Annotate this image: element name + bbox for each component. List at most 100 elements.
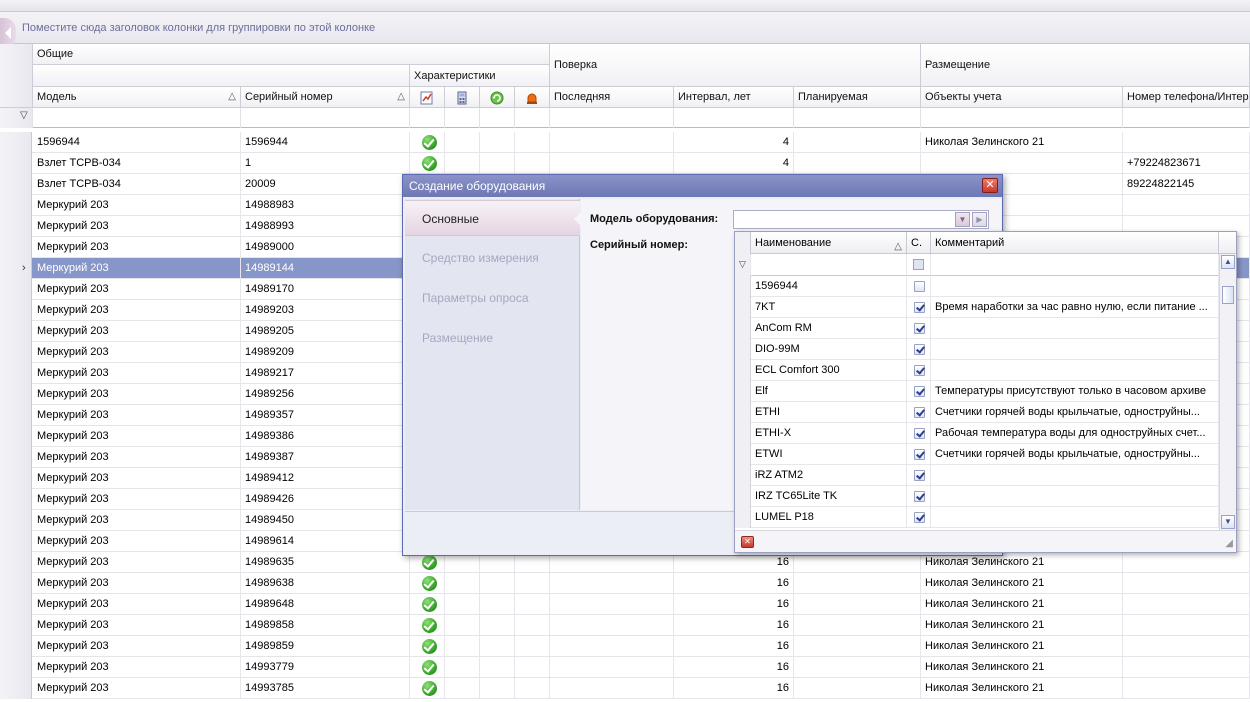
cell-interval[interactable]: 16 (674, 615, 794, 636)
cell-phone[interactable] (1123, 195, 1250, 216)
cell-phone[interactable] (1123, 594, 1250, 615)
item-comment[interactable] (931, 276, 1219, 297)
cell-planned[interactable] (794, 132, 921, 153)
cell-verified[interactable] (410, 678, 445, 699)
item-comment[interactable]: Время наработки за час равно нулю, если … (931, 297, 1219, 318)
filter-meter[interactable] (445, 108, 480, 128)
cell-serial[interactable]: 14989357 (241, 405, 410, 426)
item-name[interactable]: 1596944 (751, 276, 907, 297)
item-comment[interactable] (931, 507, 1219, 528)
column-header-model[interactable]: Модель △ (33, 87, 241, 108)
row-indicator[interactable] (0, 174, 32, 195)
scroll-up-icon[interactable]: ▲ (1221, 255, 1235, 269)
list-item[interactable]: DIO-99M (735, 339, 1219, 360)
item-comment[interactable]: Счетчики горячей воды крыльчатые, одност… (931, 444, 1219, 465)
cell-serial[interactable]: 14989412 (241, 468, 410, 489)
filter-verified[interactable] (410, 108, 445, 128)
list-item[interactable]: ETWI Счетчики горячей воды крыльчатые, од… (735, 444, 1219, 465)
cell-model[interactable]: Меркурий 203 (33, 447, 241, 468)
dropdown-filter-c[interactable] (907, 254, 931, 276)
cell-meter[interactable] (445, 678, 480, 699)
filter-model[interactable] (33, 108, 241, 128)
row-indicator[interactable]: › (0, 258, 32, 279)
cell-serial[interactable]: 14989635 (241, 552, 410, 573)
cell-model[interactable]: Меркурий 203 (33, 426, 241, 447)
table-row[interactable]: Меркурий 203 14989648 16 Николая Зелинского… (0, 594, 1250, 615)
cell-serial[interactable]: 14989450 (241, 510, 410, 531)
cell-meter[interactable] (445, 594, 480, 615)
filter-phone[interactable] (1123, 108, 1250, 128)
cell-model[interactable]: Взлет ТСРВ-034 (33, 174, 241, 195)
cell-model[interactable]: Меркурий 203 (33, 342, 241, 363)
group-by-panel[interactable]: Поместите сюда заголовок колонки для гру… (0, 12, 1250, 48)
item-comment[interactable]: Рабочая температура воды для одноструйны… (931, 423, 1219, 444)
cell-model[interactable]: Меркурий 203 (33, 678, 241, 699)
cell-planned[interactable] (794, 657, 921, 678)
item-checkbox[interactable] (914, 386, 925, 397)
cell-model[interactable]: Меркурий 203 (33, 594, 241, 615)
item-name[interactable]: ECL Comfort 300 (751, 360, 907, 381)
cell-serial[interactable]: 1 (241, 153, 410, 174)
cell-object[interactable]: Николая Зелинского 21 (921, 636, 1123, 657)
row-indicator[interactable] (0, 195, 32, 216)
item-name[interactable]: IRZ TC65Lite TK (751, 486, 907, 507)
cell-meter[interactable] (445, 153, 480, 174)
cell-model[interactable]: Взлет ТСРВ-034 (33, 153, 241, 174)
cell-serial[interactable]: 14993785 (241, 678, 410, 699)
cell-verified[interactable] (410, 636, 445, 657)
filter-checkbox-icon[interactable] (913, 259, 924, 270)
cell-model[interactable]: Меркурий 203 (33, 258, 241, 279)
list-item[interactable]: ECL Comfort 300 (735, 360, 1219, 381)
cell-phone[interactable] (1123, 573, 1250, 594)
cell-serial[interactable]: 14989426 (241, 489, 410, 510)
cell-model[interactable]: Меркурий 203 (33, 510, 241, 531)
list-item[interactable]: Elf Температуры присутствуют только в час… (735, 381, 1219, 402)
row-indicator[interactable] (0, 426, 32, 447)
cell-verified[interactable] (410, 657, 445, 678)
column-header-last[interactable]: Последняя (550, 87, 674, 108)
cell-refresh[interactable] (480, 615, 515, 636)
cell-verified[interactable] (410, 153, 445, 174)
table-row[interactable]: Меркурий 203 14989859 16 Николая Зелинского… (0, 636, 1250, 657)
cell-serial[interactable]: 14989203 (241, 300, 410, 321)
row-indicator[interactable] (0, 216, 32, 237)
cell-model[interactable]: Меркурий 203 (33, 216, 241, 237)
cell-model[interactable]: Меркурий 203 (33, 573, 241, 594)
row-indicator[interactable] (0, 594, 32, 615)
cell-object[interactable]: Николая Зелинского 21 (921, 594, 1123, 615)
cell-last[interactable] (550, 573, 674, 594)
cell-model[interactable]: Меркурий 203 (33, 279, 241, 300)
cell-refresh[interactable] (480, 132, 515, 153)
row-indicator[interactable] (0, 321, 32, 342)
cell-planned[interactable] (794, 678, 921, 699)
item-comment[interactable]: Температуры присутствуют только в часово… (931, 381, 1219, 402)
cell-object[interactable] (921, 153, 1123, 174)
filter-refresh[interactable] (480, 108, 515, 128)
dropdown-scrollbar[interactable]: ▲ ▼ (1219, 254, 1236, 530)
cell-serial[interactable]: 14989205 (241, 321, 410, 342)
column-header-interval[interactable]: Интервал, лет (674, 87, 794, 108)
cell-verified[interactable] (410, 132, 445, 153)
cell-model[interactable]: Меркурий 203 (33, 363, 241, 384)
cell-serial[interactable]: 14989386 (241, 426, 410, 447)
cell-interval[interactable]: 4 (674, 132, 794, 153)
cell-alarm[interactable] (515, 657, 550, 678)
cell-refresh[interactable] (480, 657, 515, 678)
dropdown-column-c[interactable]: С. (907, 232, 931, 254)
item-comment[interactable] (931, 339, 1219, 360)
cell-object[interactable]: Николая Зелинского 21 (921, 573, 1123, 594)
cell-serial[interactable]: 14989859 (241, 636, 410, 657)
cell-object[interactable]: Николая Зелинского 21 (921, 132, 1123, 153)
row-indicator[interactable] (0, 468, 32, 489)
cell-last[interactable] (550, 615, 674, 636)
column-header-alarm[interactable] (515, 87, 550, 108)
cell-serial[interactable]: 20009 (241, 174, 410, 195)
row-indicator[interactable] (0, 678, 32, 699)
row-indicator[interactable] (0, 552, 32, 573)
cell-model[interactable]: Меркурий 203 (33, 384, 241, 405)
row-indicator[interactable] (0, 237, 32, 258)
cell-serial[interactable]: 1596944 (241, 132, 410, 153)
item-comment[interactable] (931, 360, 1219, 381)
table-row[interactable]: Меркурий 203 14993785 16 Николая Зелинского… (0, 678, 1250, 699)
cell-planned[interactable] (794, 615, 921, 636)
